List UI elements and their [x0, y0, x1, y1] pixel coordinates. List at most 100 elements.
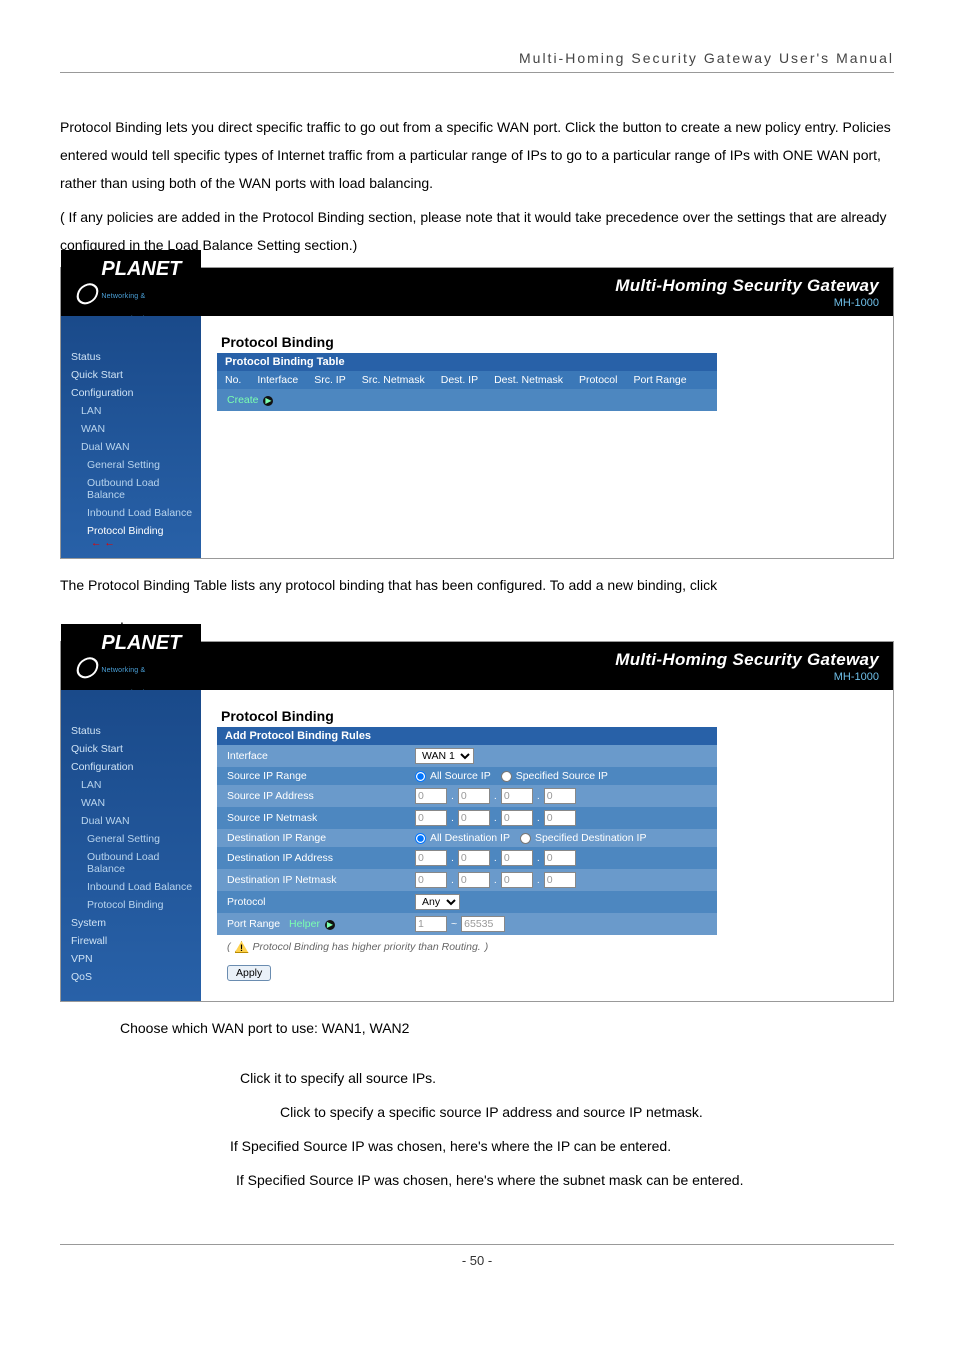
main-content: Protocol Binding Add Protocol Binding Ru… — [201, 690, 893, 1001]
warning-icon: ! — [235, 941, 249, 953]
main-content: Protocol Binding Protocol Binding Table … — [201, 316, 893, 558]
src-addr-oct1[interactable] — [415, 788, 447, 804]
logo-text: PLANET — [101, 258, 181, 280]
col-port-range: Port Range — [625, 374, 694, 386]
globe-icon: ◯ — [75, 280, 97, 305]
sidebar-item-general[interactable]: General Setting — [61, 456, 201, 474]
dst-addr-oct1[interactable] — [415, 850, 447, 866]
sidebar-item-lan[interactable]: LAN — [61, 402, 201, 420]
row-protocol: Protocol Any — [217, 891, 717, 913]
sidebar: Status Quick Start Configuration LAN WAN… — [61, 690, 201, 1001]
paragraph-1: Protocol Binding lets you direct specifi… — [60, 113, 894, 197]
interface-select[interactable]: WAN 1 — [415, 748, 474, 764]
radio-label-spec-dest: Specified Destination IP — [535, 832, 646, 844]
screenshot-title: Multi-Homing Security Gateway — [215, 276, 879, 296]
sidebar-item-label: Protocol Binding — [87, 525, 163, 537]
sidebar-item-quickstart[interactable]: Quick Start — [61, 366, 201, 384]
label-port-range: Port Range Helper ▶ — [217, 915, 407, 933]
sidebar-item-vpn[interactable]: VPN — [61, 950, 201, 968]
table-header-row: No. Interface Src. IP Src. Netmask Dest.… — [217, 371, 717, 389]
row-port-range: Port Range Helper ▶ ~ — [217, 913, 717, 935]
sidebar-item-firewall[interactable]: Firewall — [61, 932, 201, 950]
col-no: No. — [217, 374, 249, 386]
dst-mask-oct4[interactable] — [544, 872, 576, 888]
sidebar-item-system[interactable]: System — [61, 914, 201, 932]
screenshot-add-rules: ◯ PLANET Networking & Communication Mult… — [60, 641, 894, 1002]
port-from-input[interactable] — [415, 916, 447, 932]
dst-addr-oct4[interactable] — [544, 850, 576, 866]
label-interface: Interface — [217, 747, 407, 765]
col-src-netmask: Src. Netmask — [354, 374, 433, 386]
col-protocol: Protocol — [571, 374, 626, 386]
label-source-range: Source IP Range — [217, 767, 407, 785]
sidebar: Status Quick Start Configuration LAN WAN… — [61, 316, 201, 558]
sidebar-item-wan[interactable]: WAN — [61, 420, 201, 438]
apply-button[interactable]: Apply — [227, 965, 271, 981]
logo-text: PLANET — [101, 632, 181, 654]
section-title: Protocol Binding — [217, 704, 717, 727]
port-to-input[interactable] — [461, 916, 505, 932]
table-caption: Protocol Binding Table — [217, 353, 717, 371]
src-mask-oct1[interactable] — [415, 810, 447, 826]
row-dest-netmask: Destination IP Netmask . . . — [217, 869, 717, 891]
sidebar-item-status[interactable]: Status — [61, 348, 201, 366]
sidebar-item-configuration[interactable]: Configuration — [61, 758, 201, 776]
page-header: Multi-Homing Security Gateway User's Man… — [60, 50, 894, 73]
dst-addr-oct2[interactable] — [458, 850, 490, 866]
row-interface: Interface WAN 1 — [217, 745, 717, 767]
dst-addr-oct3[interactable] — [501, 850, 533, 866]
sidebar-item-dualwan[interactable]: Dual WAN — [61, 438, 201, 456]
src-mask-oct2[interactable] — [458, 810, 490, 826]
label-source-address: Source IP Address — [217, 787, 407, 805]
helper-link[interactable]: Helper ▶ — [289, 918, 335, 930]
protocol-select[interactable]: Any — [415, 894, 460, 910]
sidebar-item-inbound[interactable]: Inbound Load Balance — [61, 504, 201, 522]
desc-source-netmask: If Specified Source IP was chosen, here'… — [236, 1166, 894, 1194]
desc-source-address: If Specified Source IP was chosen, here'… — [230, 1132, 894, 1160]
dst-mask-oct3[interactable] — [501, 872, 533, 888]
sidebar-item-protocol-binding[interactable]: Protocol Binding — [61, 896, 201, 914]
sidebar-item-dualwan[interactable]: Dual WAN — [61, 812, 201, 830]
src-mask-oct4[interactable] — [544, 810, 576, 826]
model-number: MH-1000 — [215, 297, 879, 309]
row-source-range: Source IP Range All Source IP Specified … — [217, 767, 717, 785]
src-addr-oct2[interactable] — [458, 788, 490, 804]
radio-specified-source-ip[interactable] — [501, 771, 512, 782]
title-area: Multi-Homing Security Gateway MH-1000 — [201, 646, 893, 687]
radio-label-all-source: All Source IP — [430, 770, 491, 782]
radio-label-all-dest: All Destination IP — [430, 832, 510, 844]
sidebar-item-protocol-binding[interactable]: Protocol Binding ← ← — [61, 522, 201, 552]
sidebar-item-qos[interactable]: QoS — [61, 968, 201, 986]
src-addr-oct3[interactable] — [501, 788, 533, 804]
create-link[interactable]: Create ▶ — [217, 389, 717, 411]
dst-mask-oct1[interactable] — [415, 872, 447, 888]
sidebar-item-lan[interactable]: LAN — [61, 776, 201, 794]
desc-interface: Choose which WAN port to use: WAN1, WAN2 — [120, 1014, 894, 1042]
sidebar-item-quickstart[interactable]: Quick Start — [61, 740, 201, 758]
screenshot-title: Multi-Homing Security Gateway — [215, 650, 879, 670]
label-dest-netmask: Destination IP Netmask — [217, 871, 407, 889]
radio-specified-dest-ip[interactable] — [520, 833, 531, 844]
src-addr-oct4[interactable] — [544, 788, 576, 804]
sidebar-item-outbound[interactable]: Outbound Load Balance — [61, 848, 201, 878]
form-caption: Add Protocol Binding Rules — [217, 727, 717, 745]
globe-icon: ◯ — [75, 654, 97, 679]
sidebar-item-configuration[interactable]: Configuration — [61, 384, 201, 402]
sidebar-item-outbound[interactable]: Outbound Load Balance — [61, 474, 201, 504]
sidebar-item-wan[interactable]: WAN — [61, 794, 201, 812]
paragraph-between: The Protocol Binding Table lists any pro… — [60, 571, 894, 599]
screenshot-header: ◯ PLANET Networking & Communication Mult… — [61, 642, 893, 690]
section-title: Protocol Binding — [217, 330, 717, 353]
play-icon: ▶ — [325, 920, 335, 930]
sidebar-item-inbound[interactable]: Inbound Load Balance — [61, 878, 201, 896]
sidebar-item-status[interactable]: Status — [61, 722, 201, 740]
radio-all-source-ip[interactable] — [415, 771, 426, 782]
dst-mask-oct2[interactable] — [458, 872, 490, 888]
note-text: Protocol Binding has higher priority tha… — [253, 941, 481, 953]
src-mask-oct3[interactable] — [501, 810, 533, 826]
desc-specified-source: Click to specify a specific source IP ad… — [280, 1098, 894, 1126]
row-dest-address: Destination IP Address . . . — [217, 847, 717, 869]
sidebar-item-general[interactable]: General Setting — [61, 830, 201, 848]
row-source-address: Source IP Address . . . — [217, 785, 717, 807]
radio-all-dest-ip[interactable] — [415, 833, 426, 844]
